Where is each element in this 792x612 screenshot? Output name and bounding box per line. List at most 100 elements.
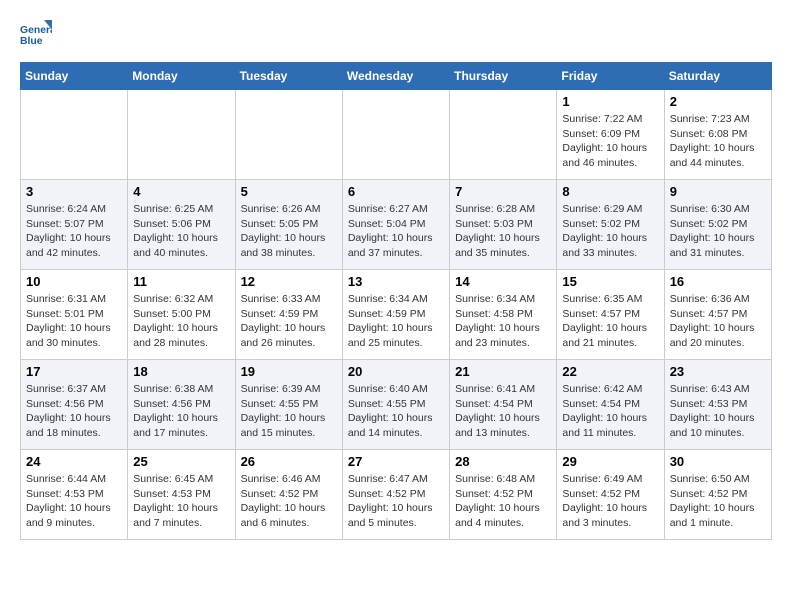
day-cell xyxy=(235,90,342,180)
day-info: Sunrise: 6:28 AM Sunset: 5:03 PM Dayligh… xyxy=(455,202,551,261)
day-cell: 17 Sunrise: 6:37 AM Sunset: 4:56 PM Dayli… xyxy=(21,360,128,450)
day-info: Sunrise: 6:43 AM Sunset: 4:53 PM Dayligh… xyxy=(670,382,766,441)
day-number: 27 xyxy=(348,454,444,469)
day-info: Sunrise: 6:33 AM Sunset: 4:59 PM Dayligh… xyxy=(241,292,337,351)
day-number: 10 xyxy=(26,274,122,289)
day-number: 26 xyxy=(241,454,337,469)
day-cell: 13 Sunrise: 6:34 AM Sunset: 4:59 PM Dayli… xyxy=(342,270,449,360)
day-cell: 1Sunrise: 7:22 AM Sunset: 6:09 PM Daylig… xyxy=(557,90,664,180)
day-info: Sunrise: 6:41 AM Sunset: 4:54 PM Dayligh… xyxy=(455,382,551,441)
day-info: Sunrise: 6:32 AM Sunset: 5:00 PM Dayligh… xyxy=(133,292,229,351)
day-number: 4 xyxy=(133,184,229,199)
day-number: 23 xyxy=(670,364,766,379)
day-info: Sunrise: 6:35 AM Sunset: 4:57 PM Dayligh… xyxy=(562,292,658,351)
day-number: 7 xyxy=(455,184,551,199)
day-number: 12 xyxy=(241,274,337,289)
day-number: 6 xyxy=(348,184,444,199)
day-cell: 15 Sunrise: 6:35 AM Sunset: 4:57 PM Dayli… xyxy=(557,270,664,360)
day-cell: 24 Sunrise: 6:44 AM Sunset: 4:53 PM Dayli… xyxy=(21,450,128,540)
week-row-3: 10 Sunrise: 6:31 AM Sunset: 5:01 PM Dayli… xyxy=(21,270,772,360)
day-info: Sunrise: 6:31 AM Sunset: 5:01 PM Dayligh… xyxy=(26,292,122,351)
day-cell: 30Sunrise: 6:50 AM Sunset: 4:52 PM Dayli… xyxy=(664,450,771,540)
day-number: 25 xyxy=(133,454,229,469)
week-row-4: 17 Sunrise: 6:37 AM Sunset: 4:56 PM Dayli… xyxy=(21,360,772,450)
day-number: 30 xyxy=(670,454,766,469)
day-number: 5 xyxy=(241,184,337,199)
day-number: 28 xyxy=(455,454,551,469)
day-number: 2 xyxy=(670,94,766,109)
day-number: 13 xyxy=(348,274,444,289)
svg-text:General: General xyxy=(20,25,52,36)
day-info: Sunrise: 6:26 AM Sunset: 5:05 PM Dayligh… xyxy=(241,202,337,261)
day-info: Sunrise: 6:48 AM Sunset: 4:52 PM Dayligh… xyxy=(455,472,551,531)
day-cell: 9 Sunrise: 6:30 AM Sunset: 5:02 PM Daylig… xyxy=(664,180,771,270)
day-info: Sunrise: 6:36 AM Sunset: 4:57 PM Dayligh… xyxy=(670,292,766,351)
week-row-2: 3 Sunrise: 6:24 AM Sunset: 5:07 PM Daylig… xyxy=(21,180,772,270)
weekday-header-saturday: Saturday xyxy=(664,63,771,90)
logo: General Blue xyxy=(20,20,52,52)
day-cell: 27 Sunrise: 6:47 AM Sunset: 4:52 PM Dayli… xyxy=(342,450,449,540)
day-cell xyxy=(450,90,557,180)
day-cell: 23 Sunrise: 6:43 AM Sunset: 4:53 PM Dayli… xyxy=(664,360,771,450)
day-number: 15 xyxy=(562,274,658,289)
day-number: 16 xyxy=(670,274,766,289)
day-info: Sunrise: 6:30 AM Sunset: 5:02 PM Dayligh… xyxy=(670,202,766,261)
day-info: Sunrise: 6:45 AM Sunset: 4:53 PM Dayligh… xyxy=(133,472,229,531)
weekday-header-sunday: Sunday xyxy=(21,63,128,90)
day-info: Sunrise: 6:25 AM Sunset: 5:06 PM Dayligh… xyxy=(133,202,229,261)
day-cell: 14Sunrise: 6:34 AM Sunset: 4:58 PM Dayli… xyxy=(450,270,557,360)
day-cell: 21Sunrise: 6:41 AM Sunset: 4:54 PM Dayli… xyxy=(450,360,557,450)
day-cell: 2 Sunrise: 7:23 AM Sunset: 6:08 PM Daylig… xyxy=(664,90,771,180)
day-cell: 29Sunrise: 6:49 AM Sunset: 4:52 PM Dayli… xyxy=(557,450,664,540)
day-info: Sunrise: 6:44 AM Sunset: 4:53 PM Dayligh… xyxy=(26,472,122,531)
day-number: 29 xyxy=(562,454,658,469)
day-cell: 26Sunrise: 6:46 AM Sunset: 4:52 PM Dayli… xyxy=(235,450,342,540)
day-cell xyxy=(342,90,449,180)
day-cell: 28 Sunrise: 6:48 AM Sunset: 4:52 PM Dayli… xyxy=(450,450,557,540)
day-number: 17 xyxy=(26,364,122,379)
weekday-header-row: SundayMondayTuesdayWednesdayThursdayFrid… xyxy=(21,63,772,90)
weekday-header-thursday: Thursday xyxy=(450,63,557,90)
day-number: 8 xyxy=(562,184,658,199)
week-row-5: 24 Sunrise: 6:44 AM Sunset: 4:53 PM Dayli… xyxy=(21,450,772,540)
day-cell: 18 Sunrise: 6:38 AM Sunset: 4:56 PM Dayli… xyxy=(128,360,235,450)
day-info: Sunrise: 6:47 AM Sunset: 4:52 PM Dayligh… xyxy=(348,472,444,531)
svg-text:Blue: Blue xyxy=(20,36,43,47)
day-number: 3 xyxy=(26,184,122,199)
day-cell xyxy=(21,90,128,180)
day-cell: 19Sunrise: 6:39 AM Sunset: 4:55 PM Dayli… xyxy=(235,360,342,450)
day-info: Sunrise: 6:40 AM Sunset: 4:55 PM Dayligh… xyxy=(348,382,444,441)
day-cell: 3 Sunrise: 6:24 AM Sunset: 5:07 PM Daylig… xyxy=(21,180,128,270)
day-info: Sunrise: 6:34 AM Sunset: 4:59 PM Dayligh… xyxy=(348,292,444,351)
day-cell: 20Sunrise: 6:40 AM Sunset: 4:55 PM Dayli… xyxy=(342,360,449,450)
day-cell: 5 Sunrise: 6:26 AM Sunset: 5:05 PM Daylig… xyxy=(235,180,342,270)
day-cell: 4 Sunrise: 6:25 AM Sunset: 5:06 PM Daylig… xyxy=(128,180,235,270)
day-cell: 22 Sunrise: 6:42 AM Sunset: 4:54 PM Dayli… xyxy=(557,360,664,450)
day-number: 24 xyxy=(26,454,122,469)
day-number: 19 xyxy=(241,364,337,379)
day-info: Sunrise: 6:42 AM Sunset: 4:54 PM Dayligh… xyxy=(562,382,658,441)
day-number: 22 xyxy=(562,364,658,379)
day-cell: 16 Sunrise: 6:36 AM Sunset: 4:57 PM Dayli… xyxy=(664,270,771,360)
day-cell: 8Sunrise: 6:29 AM Sunset: 5:02 PM Daylig… xyxy=(557,180,664,270)
day-number: 9 xyxy=(670,184,766,199)
day-cell: 6Sunrise: 6:27 AM Sunset: 5:04 PM Daylig… xyxy=(342,180,449,270)
day-info: Sunrise: 6:24 AM Sunset: 5:07 PM Dayligh… xyxy=(26,202,122,261)
day-number: 1 xyxy=(562,94,658,109)
weekday-header-wednesday: Wednesday xyxy=(342,63,449,90)
day-info: Sunrise: 6:37 AM Sunset: 4:56 PM Dayligh… xyxy=(26,382,122,441)
logo-icon: General Blue xyxy=(20,20,52,52)
calendar-table: SundayMondayTuesdayWednesdayThursdayFrid… xyxy=(20,62,772,540)
day-info: Sunrise: 6:38 AM Sunset: 4:56 PM Dayligh… xyxy=(133,382,229,441)
day-number: 18 xyxy=(133,364,229,379)
day-cell: 7 Sunrise: 6:28 AM Sunset: 5:03 PM Daylig… xyxy=(450,180,557,270)
week-row-1: 1Sunrise: 7:22 AM Sunset: 6:09 PM Daylig… xyxy=(21,90,772,180)
weekday-header-friday: Friday xyxy=(557,63,664,90)
day-info: Sunrise: 6:34 AM Sunset: 4:58 PM Dayligh… xyxy=(455,292,551,351)
day-cell xyxy=(128,90,235,180)
weekday-header-monday: Monday xyxy=(128,63,235,90)
day-info: Sunrise: 7:23 AM Sunset: 6:08 PM Dayligh… xyxy=(670,112,766,171)
day-number: 11 xyxy=(133,274,229,289)
day-cell: 25 Sunrise: 6:45 AM Sunset: 4:53 PM Dayli… xyxy=(128,450,235,540)
day-cell: 10 Sunrise: 6:31 AM Sunset: 5:01 PM Dayli… xyxy=(21,270,128,360)
